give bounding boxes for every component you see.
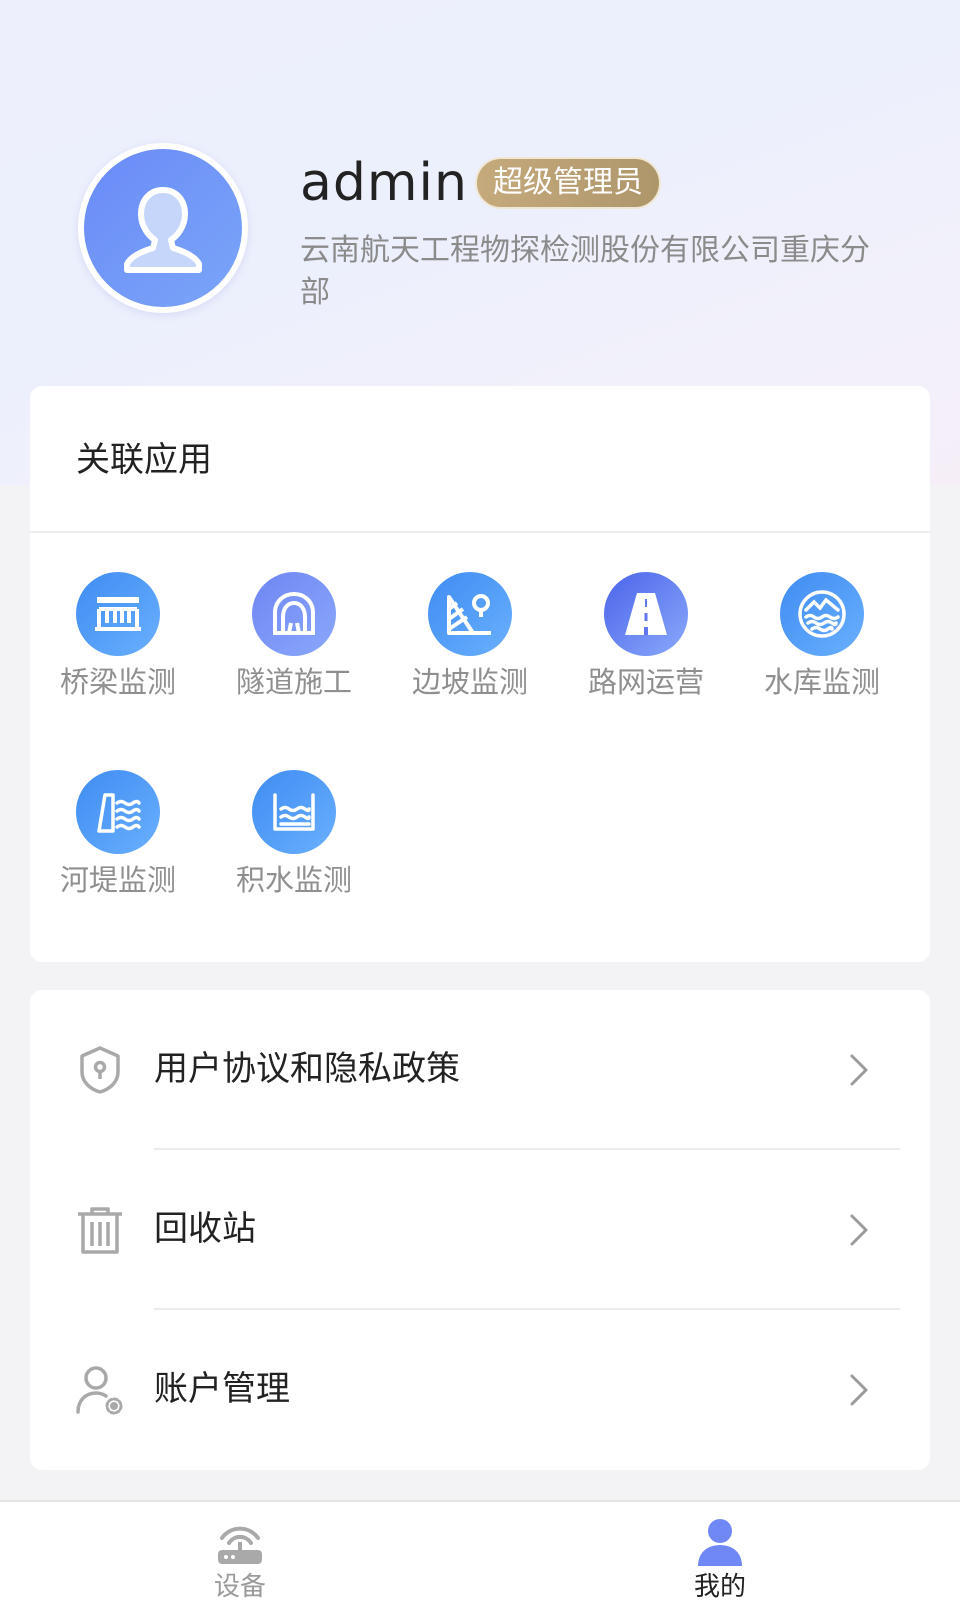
levee-icon [76,770,160,854]
avatar[interactable] [78,143,248,313]
app-bridge-monitoring[interactable]: 桥梁监测 [38,572,198,712]
menu-label: 账户管理 [154,1369,290,1409]
app-label: 河堤监测 [59,863,176,897]
bridge-icon [76,572,160,656]
app-label: 隧道施工 [235,665,352,699]
related-apps-card: 关联应用 桥梁监测 隧道施工 边坡监测 路网运营 水库监测 河堤监测 积水监测 [30,386,930,962]
menu-item-account-management[interactable]: 账户管理 [30,1310,930,1470]
tab-label: 我的 [693,1572,746,1600]
divider [30,531,930,533]
app-levee-monitoring[interactable]: 河堤监测 [38,770,198,910]
person-icon [698,1519,742,1566]
slope-icon [428,572,512,656]
user-silhouette-icon [124,187,202,273]
role-badge: 超级管理员 [475,157,661,209]
app-road-network-operation[interactable]: 路网运营 [566,572,726,712]
tab-devices[interactable]: 设备 [140,1502,340,1600]
settings-menu-card: 用户协议和隐私政策 回收站 账户管理 [30,990,930,1470]
tab-label: 设备 [213,1572,266,1600]
app-label: 路网运营 [587,665,704,699]
menu-label: 回收站 [154,1209,256,1249]
chevron-right-icon [850,1374,868,1406]
menu-item-recycle-bin[interactable]: 回收站 [30,1150,930,1310]
bottom-tab-bar: 设备 我的 [0,1500,960,1600]
app-tunnel-construction[interactable]: 隧道施工 [214,572,374,712]
section-title: 关联应用 [76,440,212,480]
chevron-right-icon [850,1214,868,1246]
profile-header: admin 超级管理员 云南航天工程物探检测股份有限公司重庆分部 [0,0,960,380]
chevron-right-icon [850,1054,868,1086]
menu-item-user-agreement-privacy[interactable]: 用户协议和隐私政策 [30,990,930,1150]
username: admin [300,153,468,213]
tunnel-icon [252,572,336,656]
app-slope-monitoring[interactable]: 边坡监测 [390,572,550,712]
app-label: 水库监测 [763,665,880,699]
menu-label: 用户协议和隐私政策 [154,1049,460,1089]
router-icon [218,1526,262,1564]
organization-name: 云南航天工程物探检测股份有限公司重庆分部 [300,233,870,310]
shield-icon [80,1046,120,1094]
road-icon [604,572,688,656]
reservoir-icon [780,572,864,656]
tab-mine[interactable]: 我的 [620,1502,820,1600]
app-label: 积水监测 [235,863,352,897]
app-waterlogging-monitoring[interactable]: 积水监测 [214,770,374,910]
app-label: 桥梁监测 [59,665,176,699]
app-reservoir-monitoring[interactable]: 水库监测 [742,572,902,712]
trash-icon [78,1207,122,1254]
app-label: 边坡监测 [411,665,528,699]
waterlogging-icon [252,770,336,854]
user-settings-icon [76,1366,123,1415]
